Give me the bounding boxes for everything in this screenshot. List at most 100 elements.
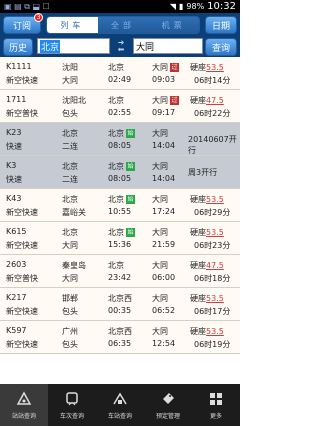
start-station-mark: 始 (126, 228, 135, 237)
search-button[interactable]: 查询 (205, 38, 237, 56)
price: 53.5 (206, 228, 224, 237)
arrive-time: 21:59 (152, 240, 176, 249)
tab-train-number[interactable]: 车次查询 (48, 384, 96, 426)
train-number-icon (64, 391, 80, 409)
train-list: K1111 新空快速 沈阳 大同 北京 02:49 大同过 09:03 硬座53.5 06时14分… (0, 57, 240, 384)
tab-label: 车站查询 (107, 412, 132, 420)
price: 53.5 (206, 327, 224, 336)
price: 53.5 (206, 195, 224, 204)
tab-station-search[interactable]: 车站查询 (96, 384, 144, 426)
tab-all[interactable]: 全部 (97, 17, 149, 33)
seat-class: 硬座 (190, 195, 206, 204)
date-label: 日期 (211, 21, 230, 32)
arrive-station: 大同 (152, 293, 168, 304)
start-station-mark: 始 (126, 129, 135, 138)
train-number: K43 (6, 194, 22, 203)
train-row[interactable]: 2603 新空普快 秦皇岛 大同 北京 23:42 大同 06:00 硬座47.5 06时18分 (0, 255, 240, 288)
station-search-icon (112, 391, 128, 409)
arrive-time: 12:54 (152, 339, 176, 348)
origin-station: 沈阳北 (62, 96, 86, 105)
train-row[interactable]: K3 快速 北京 二连 北京始 08:05 大同 14:04 周3开行 (0, 156, 240, 189)
origin-station: 沈阳 (62, 63, 78, 72)
train-type: 新空快速 (6, 76, 38, 85)
depart-station-name: 北京 (108, 63, 124, 72)
duration: 06时18分 (194, 274, 231, 283)
train-row[interactable]: 1711 新空普快 沈阳北 包头 北京 02:55 大同过 09:17 硬座47.5 06时22分 (0, 90, 240, 123)
seat-class: 硬座 (190, 294, 206, 303)
tab-station-route[interactable]: 站站查询 (0, 384, 48, 426)
arrive-station-name: 大同 (152, 129, 168, 138)
price: 53.5 (206, 294, 224, 303)
fare[interactable]: 硬座53.5 (190, 194, 224, 205)
train-row[interactable]: K597 新空快速 广州 包头 北京西 06:35 大同 12:54 硬座53.5 06时19分 (0, 321, 240, 354)
train-row[interactable]: K23 快速 北京 二连 北京始 08:05 大同 14:04 20140607开行 (0, 123, 240, 156)
arrive-station-name: 大同 (152, 261, 168, 270)
tab-label: 预定管理 (155, 412, 180, 420)
arrive-station-name: 大同 (152, 96, 168, 105)
history-button[interactable]: 历史 (3, 38, 33, 56)
arrive-station: 大同 (152, 260, 168, 271)
train-number: K23 (6, 128, 22, 137)
train-number: K217 (6, 293, 27, 302)
depart-time: 02:49 (108, 75, 132, 84)
terminal-station: 二连 (62, 142, 78, 151)
depart-time: 00:35 (108, 306, 132, 315)
arrive-station: 大同过 (152, 95, 179, 106)
arrive-station: 大同 (152, 326, 168, 337)
duration: 06时22分 (194, 109, 231, 118)
arrive-station: 大同 (152, 227, 168, 238)
clock: 10:32 (207, 1, 236, 12)
origin-station: 北京 (62, 228, 78, 237)
depart-station-name: 北京西 (108, 294, 132, 303)
depart-station: 北京西 (108, 326, 132, 337)
seat-class: 硬座 (190, 96, 206, 105)
tab-flight[interactable]: 机票 (148, 17, 199, 33)
depart-time: 23:42 (108, 273, 132, 282)
start-station-mark: 始 (126, 162, 135, 171)
fare[interactable]: 硬座53.5 (190, 62, 224, 73)
train-row[interactable]: K217 新空快速 邯郸 包头 北京西 00:35 大同 06:52 硬座53.5 06时17分 (0, 288, 240, 321)
duration: 06时14分 (194, 76, 231, 85)
fare[interactable]: 硬座47.5 (190, 95, 224, 106)
from-station-input[interactable]: 北京 (37, 38, 110, 54)
notification-icons: ▣ ▤ ⧉ ⬓ ☐ (4, 1, 50, 11)
pass-station-mark: 过 (170, 63, 179, 72)
train-row[interactable]: K1111 新空快速 沈阳 大同 北京 02:49 大同过 09:03 硬座53.5 06时14分 (0, 57, 240, 90)
run-schedule-note: 周3开行 (188, 168, 218, 177)
to-station-input[interactable]: 大同 (133, 38, 203, 54)
to-station-value: 大同 (136, 42, 155, 53)
arrive-time: 17:24 (152, 207, 176, 216)
price: 47.5 (206, 261, 224, 270)
depart-time: 06:35 (108, 339, 132, 348)
train-type: 新空普快 (6, 274, 38, 283)
fare[interactable]: 硬座47.5 (190, 260, 224, 271)
duration: 06时29分 (194, 208, 231, 217)
depart-station-name: 北京 (108, 96, 124, 105)
history-label: 历史 (8, 43, 27, 54)
top-bar: 订阅 3 列车 全部 机票 日期 历史 北京 ➜ ⬅ 大同 查询 (0, 13, 240, 57)
swap-stations-icon[interactable]: ➜ ⬅ (111, 38, 131, 54)
origin-station: 北京 (62, 162, 78, 171)
train-row[interactable]: K43 新空快速 北京 嘉峪关 北京始 10:55 大同 17:24 硬座53.5 06时29分 (0, 189, 240, 222)
train-row[interactable]: K615 新空快速 北京 大同 北京始 15:36 大同 21:59 硬座53.5 06时23分 (0, 222, 240, 255)
depart-time: 02:55 (108, 108, 132, 117)
tab-more[interactable]: 更多 (192, 384, 240, 426)
terminal-station: 大同 (62, 274, 78, 283)
date-button[interactable]: 日期 (205, 16, 237, 34)
subscribe-badge: 3 (34, 13, 43, 22)
depart-station: 北京始 (108, 161, 135, 172)
depart-station: 北京 (108, 260, 124, 271)
battery-level: 98% (186, 2, 205, 11)
train-number: 1711 (6, 95, 27, 104)
train-number: K3 (6, 161, 17, 170)
fare[interactable]: 硬座53.5 (190, 293, 224, 304)
fare[interactable]: 硬座53.5 (190, 326, 224, 337)
terminal-station: 包头 (62, 109, 78, 118)
arrive-time: 09:03 (152, 75, 176, 84)
fare[interactable]: 硬座53.5 (190, 227, 224, 238)
depart-time: 08:05 (108, 141, 132, 150)
more-icon (208, 391, 224, 409)
tab-booking[interactable]: 预定管理 (144, 384, 192, 426)
terminal-station: 包头 (62, 307, 78, 316)
tab-train[interactable]: 列车 (47, 17, 98, 33)
